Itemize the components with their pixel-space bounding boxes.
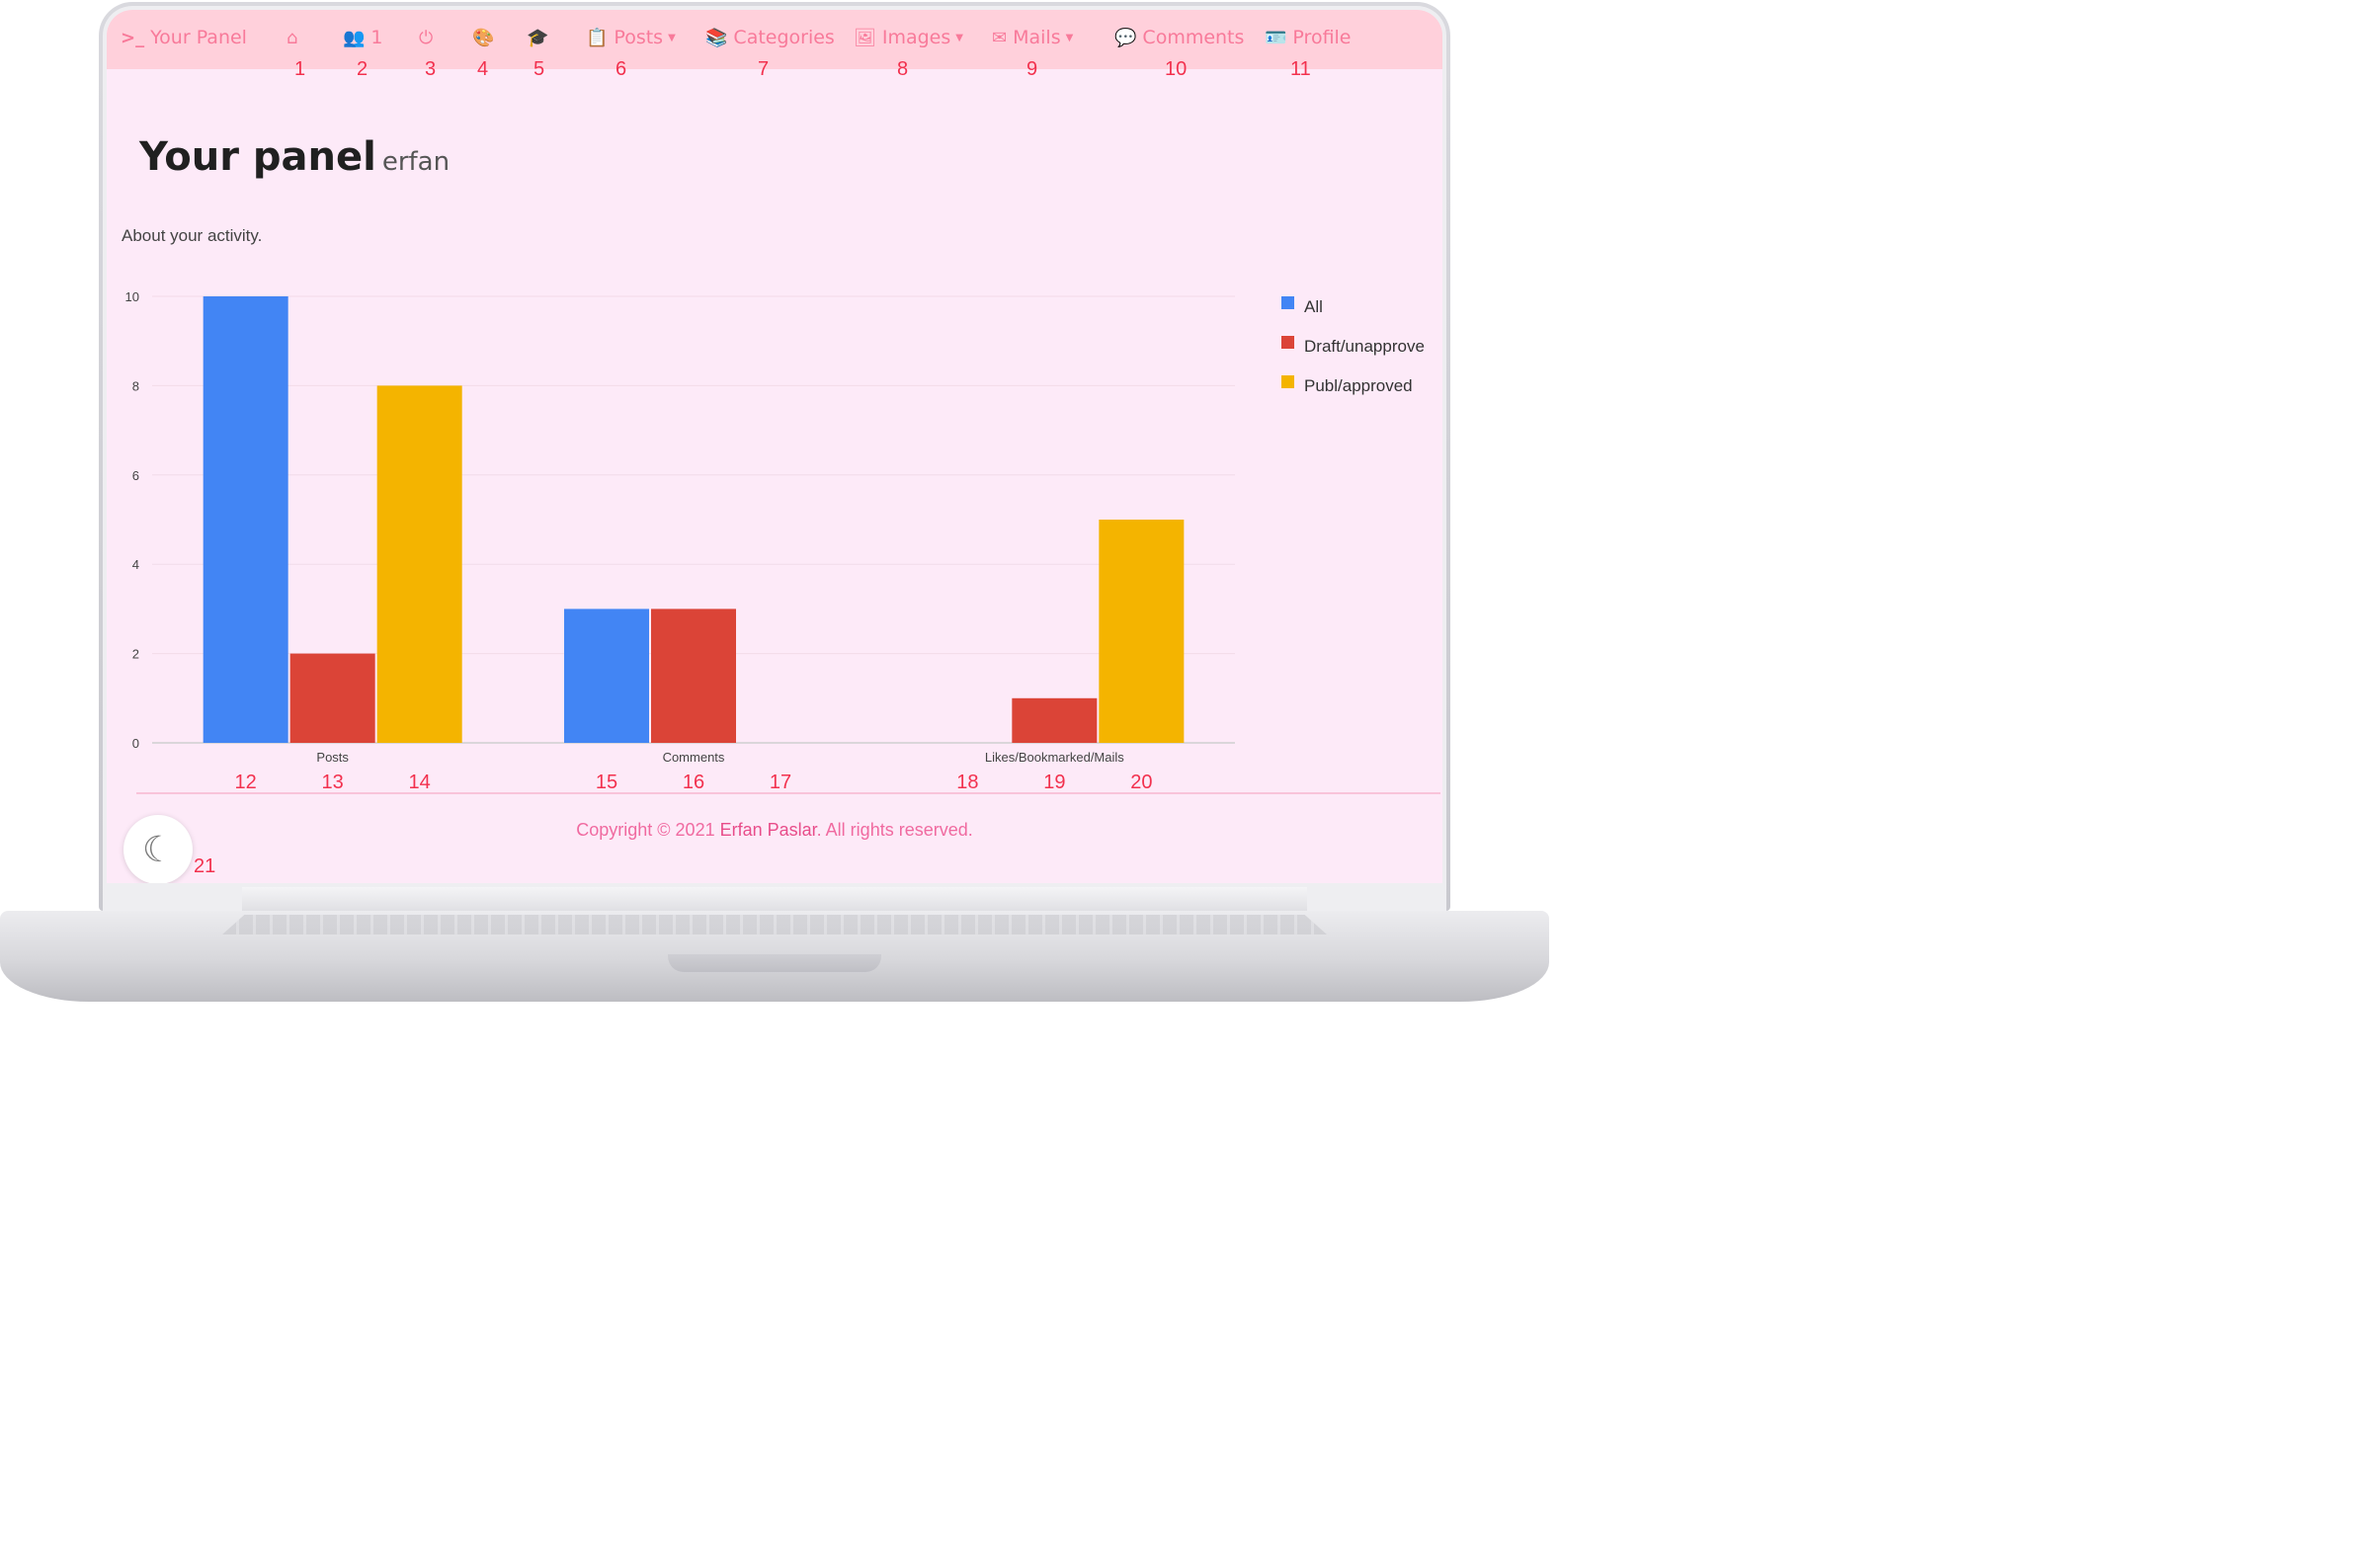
- marker-7: 7: [758, 58, 770, 80]
- y-tick-label: 6: [132, 468, 139, 483]
- marker-9: 9: [1026, 58, 1038, 80]
- marker-4: 4: [477, 58, 489, 80]
- bar-comments-all: [564, 609, 649, 743]
- activity-chart: 0 2 4 6 8 10 12 13 14 Posts 15 16 17 Comments 18 19 20 Li…: [125, 289, 1425, 793]
- graduation-cap-icon: 🎓: [527, 27, 549, 48]
- nav-comments[interactable]: 💬 Comments: [1114, 24, 1244, 51]
- marker-11: 11: [1290, 58, 1311, 80]
- clipboard-icon: 📋: [586, 27, 609, 48]
- laptop-keyboard: [222, 915, 1327, 935]
- page-username: erfan: [381, 147, 451, 177]
- chevron-down-icon: ▼: [668, 32, 676, 43]
- y-tick-label: 8: [132, 378, 139, 393]
- laptop-notch: [668, 954, 881, 972]
- marker-12: 12: [235, 772, 257, 793]
- screen: >_ Your Panel ⌂ 👥 1 ⏻ 🎨 🎓 📋 Posts ▼ 📚 Ca…: [107, 10, 1442, 883]
- nav-images[interactable]: 🖼 Images ▼: [854, 24, 963, 51]
- marker-17: 17: [770, 772, 791, 793]
- home-icon: ⌂: [287, 27, 298, 48]
- nav-profile[interactable]: 🪪 Profile: [1265, 24, 1352, 51]
- bar-likes-bookmarked-mails-publ-approved: [1099, 520, 1185, 743]
- users-icon: 👥: [343, 27, 366, 48]
- nav-users-count: 1: [370, 27, 383, 48]
- page-title-text: Your panel: [139, 134, 376, 180]
- legend-label: Publ/approved: [1304, 376, 1413, 395]
- nav-posts[interactable]: 📋 Posts ▼: [586, 24, 676, 51]
- x-category-label: Comments: [663, 750, 725, 765]
- y-tick-label: 4: [132, 557, 139, 572]
- page-title: Your panel erfan: [139, 134, 450, 180]
- legend-label: Draft/unapprove: [1304, 337, 1425, 356]
- moon-icon: ☾: [141, 829, 175, 870]
- marker-3: 3: [425, 58, 437, 80]
- marker-8: 8: [897, 58, 909, 80]
- terminal-icon: >_: [121, 27, 145, 48]
- palette-icon: 🎨: [472, 27, 495, 48]
- marker-5: 5: [533, 58, 545, 80]
- legend-swatch: [1281, 296, 1294, 309]
- nav-theme[interactable]: 🎨: [472, 24, 500, 51]
- footer-copyright: Copyright © 2021 Erfan Paslar. All right…: [107, 820, 1442, 841]
- x-category-label: Likes/Bookmarked/Mails: [985, 750, 1124, 765]
- bar-posts-publ-approved: [376, 385, 462, 743]
- marker-10: 10: [1165, 58, 1188, 80]
- page-subtitle: About your activity.: [122, 226, 263, 245]
- nav-posts-label: Posts: [614, 27, 664, 48]
- marker-16: 16: [683, 772, 704, 793]
- marker-1: 1: [294, 58, 306, 80]
- nav-logout[interactable]: ⏻: [419, 24, 439, 51]
- comment-icon: 💬: [1114, 27, 1137, 48]
- marker-6: 6: [616, 58, 627, 80]
- marker-19: 19: [1043, 772, 1065, 793]
- dark-mode-toggle[interactable]: ☾: [123, 815, 193, 883]
- nav-mails[interactable]: ✉ Mails ▼: [992, 24, 1073, 51]
- marker-20: 20: [1130, 772, 1152, 793]
- nav-brand-label: Your Panel: [150, 27, 247, 48]
- nav-brand[interactable]: >_ Your Panel: [121, 24, 247, 51]
- marker-15: 15: [596, 772, 617, 793]
- footer-divider: [136, 792, 1440, 794]
- marker-21: 21: [194, 855, 216, 877]
- marker-14: 14: [409, 772, 431, 793]
- bar-likes-bookmarked-mails-draft-unapprove: [1012, 697, 1098, 743]
- bar-comments-draft-unapprove: [651, 609, 736, 743]
- nav-mails-label: Mails: [1013, 27, 1061, 48]
- books-icon: 📚: [705, 27, 728, 48]
- copyright-suffix: . All rights reserved.: [816, 820, 973, 840]
- nav-home[interactable]: ⌂: [287, 24, 303, 51]
- nav-learn[interactable]: 🎓: [527, 24, 554, 51]
- legend-label: All: [1304, 297, 1323, 316]
- nav-profile-label: Profile: [1292, 27, 1352, 48]
- image-icon: 🖼: [854, 27, 876, 48]
- envelope-icon: ✉: [992, 27, 1008, 48]
- copyright-prefix: Copyright © 2021: [576, 820, 720, 840]
- nav-images-label: Images: [881, 27, 951, 48]
- chevron-down-icon: ▼: [1065, 32, 1074, 43]
- power-icon: ⏻: [419, 27, 434, 48]
- nav-comments-label: Comments: [1142, 27, 1245, 48]
- y-tick-label: 0: [132, 736, 139, 751]
- y-tick-label: 10: [125, 289, 139, 304]
- x-category-label: Posts: [316, 750, 349, 765]
- chevron-down-icon: ▼: [955, 32, 963, 43]
- bar-posts-all: [203, 296, 288, 743]
- y-tick-label: 2: [132, 647, 139, 662]
- legend-swatch: [1281, 375, 1294, 388]
- id-card-icon: 🪪: [1265, 27, 1287, 48]
- marker-18: 18: [956, 772, 978, 793]
- nav-users[interactable]: 👥 1: [343, 24, 383, 51]
- legend-swatch: [1281, 336, 1294, 349]
- nav-categories-label: Categories: [733, 27, 835, 48]
- navbar: >_ Your Panel ⌂ 👥 1 ⏻ 🎨 🎓 📋 Posts ▼ 📚 Ca…: [107, 10, 1442, 69]
- bar-posts-draft-unapprove: [289, 653, 375, 743]
- marker-13: 13: [322, 772, 344, 793]
- copyright-author-link[interactable]: Erfan Paslar: [720, 820, 817, 840]
- marker-2: 2: [357, 58, 369, 80]
- nav-categories[interactable]: 📚 Categories: [705, 24, 835, 51]
